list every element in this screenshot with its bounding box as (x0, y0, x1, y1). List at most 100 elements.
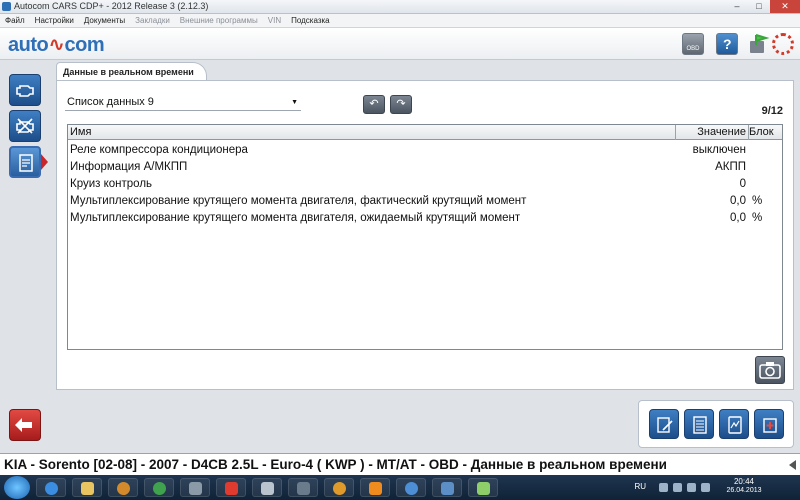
menu-bar: Файл Настройки Документы Закладки Внешни… (0, 14, 800, 28)
row-name: Реле компрессора кондиционера (70, 144, 248, 156)
column-header-unit[interactable]: Блок (749, 126, 783, 138)
taskbar-media[interactable] (108, 478, 138, 497)
obd-button[interactable]: OBD (682, 33, 704, 55)
data-list-select[interactable]: Список данных 9 ▼ (65, 93, 301, 111)
clock-date[interactable]: 26.04.2013 (718, 487, 770, 494)
sidebar-item-live-data[interactable] (9, 146, 41, 178)
network-icon[interactable] (687, 483, 696, 492)
sidebar-item-engine[interactable] (9, 74, 41, 106)
app-header: auto∿com OBD (0, 28, 800, 60)
table-row[interactable]: Мультиплексирование крутящего момента дв… (68, 210, 782, 227)
engine-icon (16, 85, 34, 97)
taskbar-app-3[interactable] (288, 478, 318, 497)
media-icon (117, 482, 130, 495)
taskbar-explorer[interactable] (72, 478, 102, 497)
help-button[interactable] (716, 33, 738, 55)
menu-settings[interactable]: Настройки (30, 14, 79, 27)
volume-icon[interactable] (701, 483, 710, 492)
list-icon (693, 416, 707, 434)
app-icon (261, 482, 274, 495)
tray-icon[interactable] (659, 483, 668, 492)
taskbar-ie[interactable] (36, 478, 66, 497)
flag-button[interactable] (748, 33, 770, 55)
minimize-button[interactable]: – (726, 0, 748, 13)
menu-vin[interactable]: VIN (263, 14, 286, 27)
back-button[interactable] (9, 409, 41, 441)
chrome-icon (153, 482, 166, 495)
maximize-button[interactable]: □ (748, 0, 770, 13)
page-counter: 9/12 (761, 105, 783, 117)
taskbar-odnoklassniki[interactable] (360, 478, 390, 497)
row-unit: % (752, 195, 763, 207)
column-header-value[interactable]: Значение (676, 126, 748, 138)
table-header: Имя Значение Блок (68, 125, 782, 140)
table-row[interactable]: Реле компрессора кондиционера выключен (68, 142, 782, 159)
chevron-down-icon: ▼ (291, 99, 298, 106)
back-arrow-icon (15, 418, 32, 432)
status-arrow-icon[interactable] (789, 460, 796, 470)
menu-bookmarks[interactable]: Закладки (130, 14, 175, 27)
print-report-button[interactable] (649, 409, 679, 439)
taskbar-autocom[interactable] (432, 478, 462, 497)
odnoklassniki-icon (369, 482, 382, 495)
app-icon (297, 482, 310, 495)
camera-icon (759, 362, 781, 379)
taskbar-app-2[interactable] (252, 478, 282, 497)
windows-taskbar: RU 20:44 26.04.2013 (0, 475, 800, 500)
graph-button[interactable] (719, 409, 749, 439)
tab-live-data[interactable]: Данные в реальном времени (56, 62, 207, 80)
menu-file[interactable]: Файл (0, 14, 30, 27)
taskbar-app-5[interactable] (396, 478, 426, 497)
column-header-name[interactable]: Имя (70, 126, 91, 138)
taskbar-chrome[interactable] (144, 478, 174, 497)
vehicle-info-text: KIA - Sorento [02-08] - 2007 - D4CB 2.5L… (4, 457, 667, 472)
taskbar-app-1[interactable] (180, 478, 210, 497)
menu-external-programs[interactable]: Внешние программы (175, 14, 263, 27)
window-title: Autocom CARS CDP+ - 2012 Release 3 (2.12… (14, 1, 209, 11)
row-unit: % (752, 212, 763, 224)
live-data-icon (19, 154, 33, 172)
table-row[interactable]: Информация А/МКПП АКПП (68, 159, 782, 176)
live-data-table: Имя Значение Блок Реле компрессора конди… (67, 124, 783, 350)
close-button[interactable]: ✕ (770, 0, 800, 13)
menu-help[interactable]: Подсказка (286, 14, 335, 27)
taskbar-yandex[interactable] (216, 478, 246, 497)
ie-icon (45, 482, 58, 495)
app-icon (2, 2, 11, 11)
list-button[interactable] (684, 409, 714, 439)
logo-text-auto: auto (8, 34, 49, 56)
busy-spinner-icon (772, 33, 794, 55)
app-icon (189, 482, 202, 495)
engine-off-icon (16, 118, 34, 134)
row-value: 0 (739, 178, 746, 190)
menu-documents[interactable]: Документы (79, 14, 130, 27)
settings-button[interactable] (754, 409, 784, 439)
settings-icon (763, 418, 777, 433)
clock-time[interactable]: 20:44 (718, 477, 770, 486)
row-name: Информация А/МКПП (70, 161, 188, 173)
app-icon (477, 482, 490, 495)
row-name: Мультиплексирование крутящего момента дв… (70, 212, 521, 224)
screenshot-button[interactable] (755, 356, 785, 384)
yandex-icon (225, 482, 238, 495)
app-icon (333, 482, 346, 495)
language-indicator[interactable]: RU (634, 482, 646, 491)
folder-icon (81, 482, 94, 495)
taskbar-app-6[interactable] (468, 478, 498, 497)
row-name: Круиз контроль (70, 178, 153, 190)
table-row[interactable]: Мультиплексирование крутящего момента дв… (68, 193, 782, 210)
table-row[interactable]: Круиз контроль 0 (68, 176, 782, 193)
data-list-select-value: Список данных 9 (67, 96, 154, 108)
start-button[interactable] (4, 476, 30, 499)
taskbar-app-4[interactable] (324, 478, 354, 497)
row-value: 0,0 (730, 195, 746, 207)
row-value: АКПП (715, 161, 746, 173)
previous-list-button[interactable]: ↶ (363, 95, 385, 114)
logo-text-com: com (64, 34, 105, 56)
sidebar-item-engine-off[interactable] (9, 110, 41, 142)
left-toolbar (0, 60, 48, 453)
row-value: выключен (692, 144, 746, 156)
graph-icon (728, 416, 742, 434)
next-list-button[interactable]: ↷ (390, 95, 412, 114)
tray-icon[interactable] (673, 483, 682, 492)
